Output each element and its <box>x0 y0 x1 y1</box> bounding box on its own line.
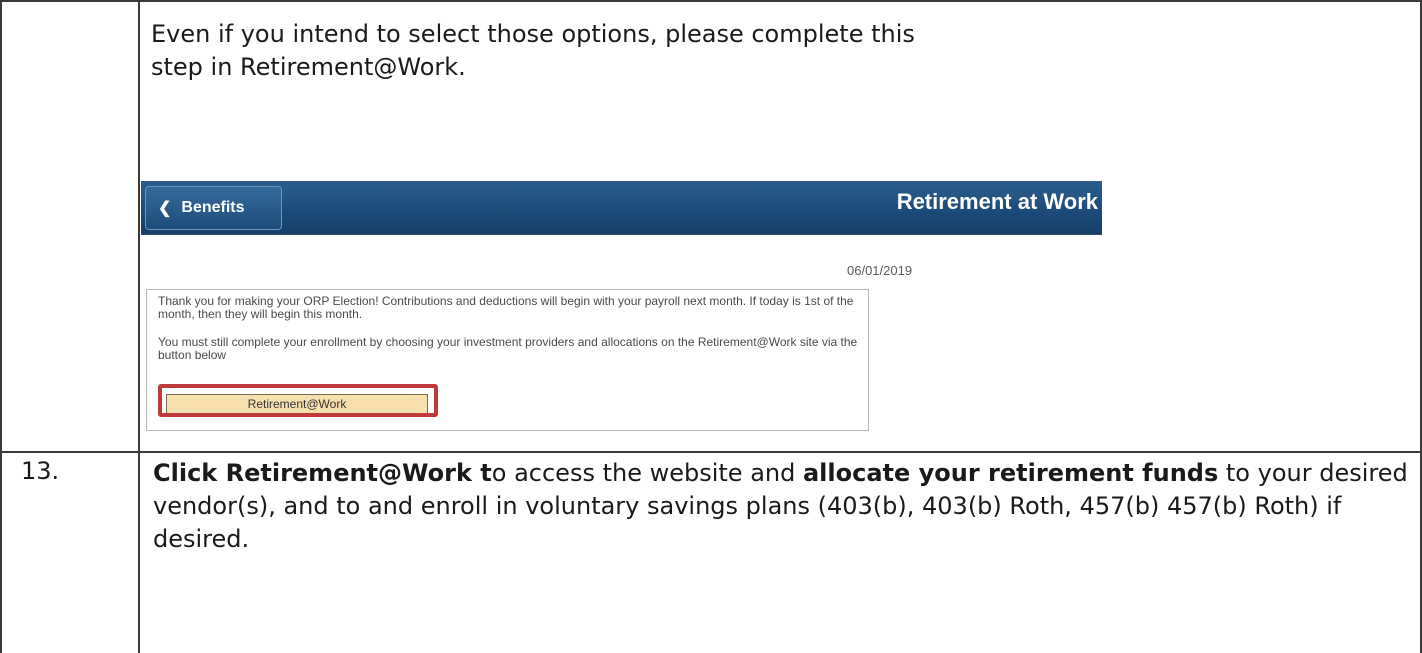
back-button-label: Benefits <box>181 199 245 216</box>
table-border-column <box>138 0 140 653</box>
chevron-left-icon: ❮ <box>158 200 172 217</box>
date-label: 06/01/2019 <box>847 263 913 278</box>
step-bold-1: Click Retirement@Work t <box>153 459 492 487</box>
nav-bar: ❮ Benefits Retirement at Work <box>141 181 1102 235</box>
embedded-screenshot: ❮ Benefits Retirement at Work 06/01/2019… <box>141 181 1102 441</box>
instruction-message: You must still complete your enrollment … <box>158 335 858 362</box>
intro-text: Even if you intend to select those optio… <box>151 20 915 81</box>
confirmation-message: Thank you for making your ORP Election! … <box>158 294 854 321</box>
step-text-2: o access the website and <box>491 459 803 487</box>
back-button[interactable]: ❮ Benefits <box>145 186 282 230</box>
table-row-divider <box>0 451 1422 453</box>
table-border-left <box>0 0 2 653</box>
table-border-top <box>0 0 1422 2</box>
step-instruction: Click Retirement@Work to access the webs… <box>153 457 1415 556</box>
highlight-box <box>158 384 438 417</box>
page-title: Retirement at Work <box>896 189 1098 214</box>
step-number: 13. <box>21 457 60 485</box>
step-bold-2: allocate your retirement funds <box>802 459 1219 487</box>
